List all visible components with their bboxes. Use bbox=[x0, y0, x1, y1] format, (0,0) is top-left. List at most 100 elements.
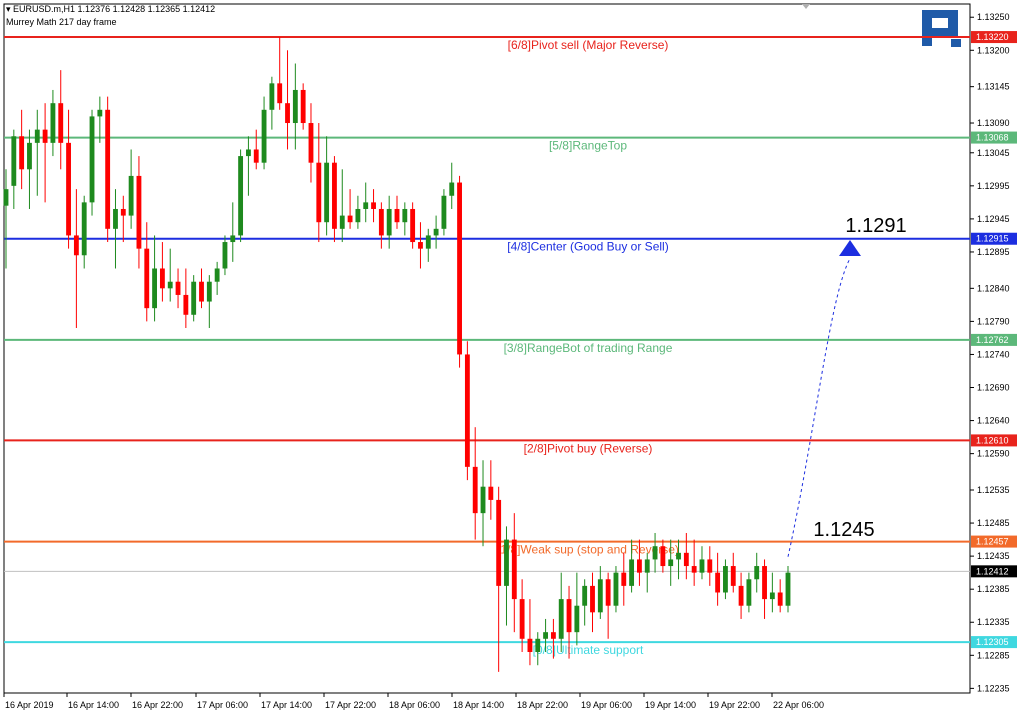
murrey-level-label: [1/8]Weak sup (stop and Reverse) bbox=[497, 543, 679, 557]
y-tick-label: 1.12590 bbox=[977, 449, 1010, 459]
candle-body bbox=[410, 208, 416, 243]
x-tick-label: 19 Apr 22:00 bbox=[709, 700, 760, 710]
price-chart[interactable]: 1.13250 1.13200 1.13145 1.13090 1.13045 1.129… bbox=[0, 0, 1018, 717]
price-tag-label: 1.13220 bbox=[976, 32, 1009, 42]
price-tag-label: 1.12762 bbox=[976, 335, 1009, 345]
x-tick-label: 16 Apr 2019 bbox=[5, 700, 54, 710]
candle-body bbox=[113, 208, 118, 229]
y-tick-label: 1.13200 bbox=[977, 45, 1010, 55]
price-tag-label: 1.12305 bbox=[976, 637, 1009, 647]
candle-body bbox=[97, 109, 103, 117]
candle-body bbox=[769, 592, 775, 600]
candle-body bbox=[58, 103, 64, 143]
candle-body bbox=[167, 281, 173, 289]
candle-body bbox=[707, 559, 713, 573]
candle-body bbox=[308, 123, 314, 163]
candle-body bbox=[558, 599, 564, 639]
candle-body bbox=[550, 632, 556, 639]
candle-body bbox=[81, 202, 87, 256]
candle-body bbox=[699, 559, 705, 573]
y-tick-label: 1.12740 bbox=[977, 349, 1010, 359]
candle-body bbox=[105, 109, 111, 229]
candle-body bbox=[676, 552, 681, 560]
candle-body bbox=[511, 539, 517, 600]
candle-body bbox=[355, 208, 361, 223]
y-tick-label: 1.12385 bbox=[977, 584, 1010, 594]
candle-body bbox=[472, 466, 478, 514]
candle-body bbox=[292, 89, 298, 124]
y-tick-label: 1.12895 bbox=[977, 247, 1010, 257]
y-tick-label: 1.13045 bbox=[977, 148, 1010, 158]
candle-body bbox=[199, 281, 204, 302]
candle-body bbox=[574, 605, 580, 633]
candle-body bbox=[660, 546, 666, 567]
candle-body bbox=[629, 559, 635, 586]
x-tick-label: 18 Apr 14:00 bbox=[453, 700, 504, 710]
candle-body bbox=[597, 579, 603, 613]
y-tick-label: 1.12285 bbox=[977, 650, 1010, 660]
candle-body bbox=[11, 136, 17, 186]
candle-body bbox=[746, 579, 752, 606]
y-tick-label: 1.12840 bbox=[977, 283, 1010, 293]
candle-body bbox=[457, 182, 462, 355]
candle-body bbox=[238, 156, 244, 236]
murrey-level-label: [5/8]RangeTop bbox=[549, 139, 627, 153]
candle-body bbox=[683, 552, 689, 567]
candle-body bbox=[418, 242, 423, 249]
candle-body bbox=[191, 281, 197, 315]
candle-body bbox=[66, 142, 71, 236]
candle-body bbox=[644, 559, 650, 573]
candle-body bbox=[42, 129, 48, 143]
candle-body bbox=[324, 162, 330, 223]
candle-body bbox=[441, 195, 447, 229]
murrey-level-label: [6/8]Pivot sell (Major Reverse) bbox=[508, 38, 669, 52]
x-tick-label: 16 Apr 22:00 bbox=[132, 700, 183, 710]
candle-body bbox=[332, 162, 337, 229]
candle-body bbox=[277, 83, 283, 104]
candle-body bbox=[590, 585, 595, 613]
candle-body bbox=[543, 632, 549, 639]
candle-body bbox=[73, 235, 79, 256]
plot-frame bbox=[3, 3, 971, 694]
candle-body bbox=[496, 499, 502, 586]
candle-body bbox=[269, 83, 275, 110]
candle-body bbox=[715, 572, 721, 593]
candle-body bbox=[519, 599, 525, 639]
price-tag-label: 1.12457 bbox=[976, 537, 1009, 547]
y-tick-label: 1.12535 bbox=[977, 485, 1010, 495]
candle-body bbox=[738, 585, 744, 606]
candle-body bbox=[120, 208, 126, 216]
candle-body bbox=[316, 162, 322, 223]
candle-body bbox=[339, 215, 345, 229]
y-tick-label: 1.13090 bbox=[977, 118, 1010, 128]
candle-body bbox=[488, 486, 494, 500]
candle-body bbox=[449, 182, 455, 196]
candle-body bbox=[464, 354, 470, 467]
x-tick-label: 18 Apr 06:00 bbox=[389, 700, 440, 710]
candle-body bbox=[347, 215, 353, 223]
candle-body bbox=[433, 228, 439, 236]
y-tick-label: 1.12690 bbox=[977, 383, 1010, 393]
candle-body bbox=[50, 103, 56, 143]
candle-body bbox=[386, 208, 392, 236]
candle-body bbox=[183, 294, 189, 315]
candle-body bbox=[723, 566, 728, 593]
candle-body bbox=[19, 136, 25, 170]
y-tick-label: 1.12640 bbox=[977, 416, 1010, 426]
candle-body bbox=[371, 202, 376, 209]
entry-price-annotation: 1.1245 bbox=[813, 519, 874, 541]
candle-body bbox=[636, 559, 642, 573]
candle-body bbox=[535, 638, 541, 653]
murrey-level-label: [3/8]RangeBot of trading Range bbox=[504, 341, 673, 355]
candle-body bbox=[394, 208, 400, 223]
candle-body bbox=[128, 175, 134, 216]
candle-body bbox=[27, 142, 32, 170]
murrey-level-label: [4/8]Center (Good Buy or Sell) bbox=[507, 240, 668, 254]
x-tick-label: 16 Apr 14:00 bbox=[68, 700, 119, 710]
candle-body bbox=[582, 585, 588, 606]
candle-body bbox=[214, 268, 220, 282]
y-tick-label: 1.12995 bbox=[977, 181, 1010, 191]
x-tick-label: 17 Apr 22:00 bbox=[325, 700, 376, 710]
price-tag-label: 1.12915 bbox=[976, 234, 1009, 244]
candle-body bbox=[152, 268, 158, 309]
